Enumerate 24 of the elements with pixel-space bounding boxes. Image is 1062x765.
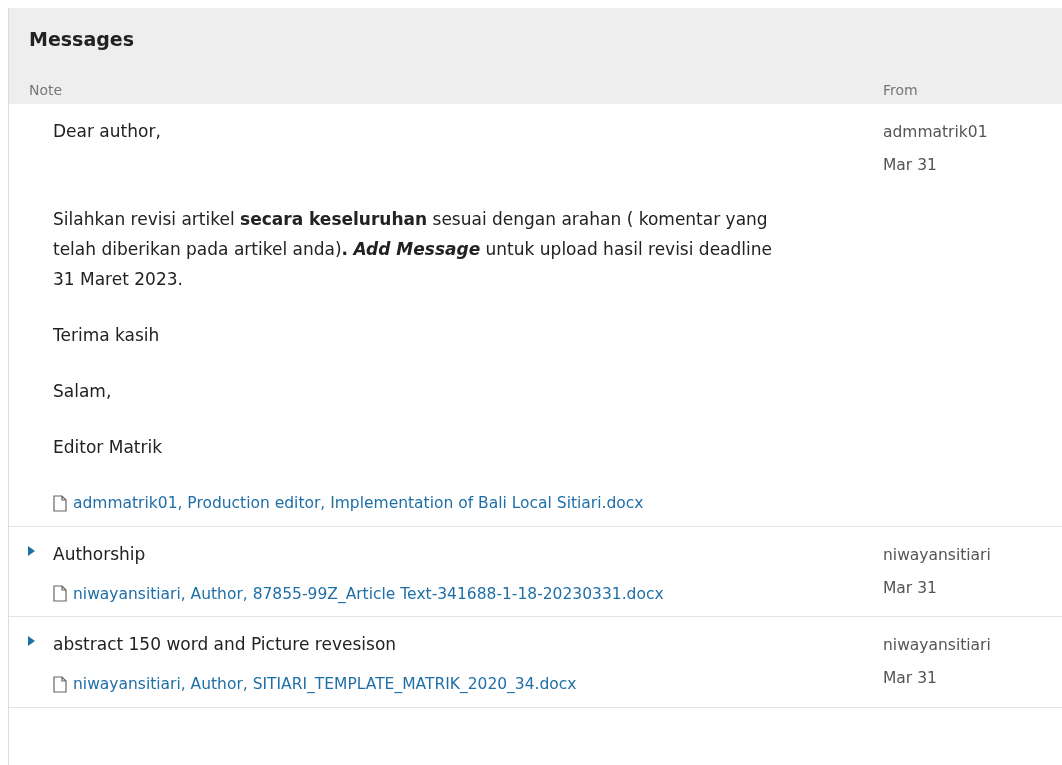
sender-name: admmatrik01 (883, 122, 988, 143)
message-paragraph: Terima kasih (53, 324, 161, 347)
message-date: Mar 31 (883, 668, 938, 689)
file-link[interactable]: admmatrik01, Production editor, Implementation of Bali Local Sitiari.docx (53, 494, 644, 512)
file-icon (53, 585, 67, 602)
message-subject: abstract 150 word and Picture revesison (53, 633, 398, 656)
message-paragraph: Silahkan revisi artikel secara keseluruhan sesuai dengan arahan ( komentar yang telah diberikan pada artikel anda). Add Message untuk upload hasil revisi deadline 31 Maret 2023. (53, 208, 773, 291)
message-date: Mar 31 (883, 155, 938, 176)
file-link[interactable]: niwayansitiari, Author, SITIARI_TEMPLATE_MATRIK_2020_34.docx (53, 675, 577, 693)
file-link[interactable]: niwayansitiari, Author, 87855-99Z_Article Text-341688-1-18-20230331.docx (53, 584, 664, 603)
expand-triangle-icon[interactable] (27, 545, 35, 556)
sender-name: niwayansitiari (883, 544, 991, 566)
message-subject: Authorship (53, 542, 147, 566)
column-header: Note (29, 82, 64, 98)
panel-title: Messages (29, 28, 136, 50)
file-icon (53, 494, 67, 512)
message-paragraph: Salam, (53, 380, 113, 403)
column-header: From (883, 82, 918, 98)
expand-triangle-icon[interactable] (27, 636, 35, 646)
sender-name: niwayansitiari (883, 635, 991, 656)
message-paragraph: Dear author, (53, 120, 162, 143)
file-icon (53, 675, 67, 693)
message-date: Mar 31 (883, 577, 938, 599)
message-paragraph: Editor Matrik (53, 436, 164, 459)
